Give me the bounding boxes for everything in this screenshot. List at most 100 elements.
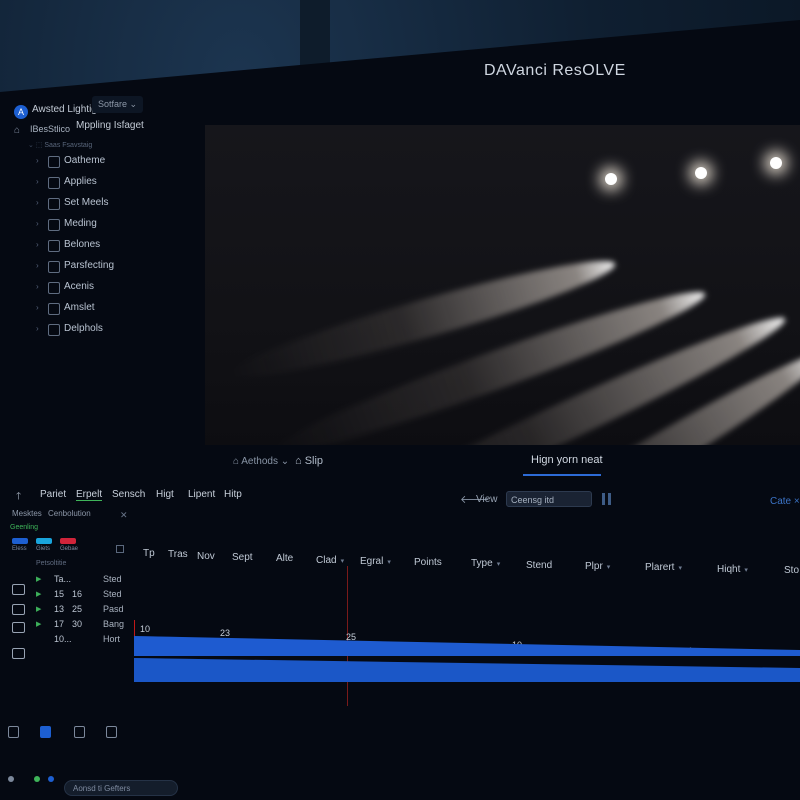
project-subtitle[interactable]: IBesStlico	[30, 124, 70, 134]
color-chip[interactable]	[12, 538, 28, 544]
column-header[interactable]: Clad ▾	[316, 555, 344, 566]
tab-resolution[interactable]: Cenbolution	[48, 509, 91, 518]
chevron-right-icon[interactable]: ›	[36, 261, 39, 270]
light-source	[605, 173, 617, 185]
color-chip[interactable]	[60, 538, 76, 544]
chevron-right-icon[interactable]: ›	[36, 240, 39, 249]
close-icon[interactable]: ✕	[120, 510, 128, 521]
tree-item[interactable]: › Belones	[0, 236, 200, 256]
page-icon[interactable]	[8, 726, 19, 738]
cut-label[interactable]: Cate ×	[770, 496, 800, 507]
app-title: DAVanci ResOLVE	[484, 62, 626, 79]
chevron-down-icon[interactable]: ▾	[607, 564, 611, 571]
chevron-right-icon[interactable]: ›	[36, 324, 39, 333]
column-header[interactable]: Alte	[276, 553, 293, 564]
chevron-down-icon[interactable]: ▾	[341, 558, 345, 565]
lock-icon[interactable]	[12, 622, 25, 633]
methods-dropdown[interactable]: ⌂ Aethods ⌄	[233, 456, 289, 467]
column-header-label: Stend	[526, 559, 553, 571]
up-arrow-icon[interactable]: 🡑	[16, 489, 21, 506]
chevron-right-icon[interactable]: ›	[36, 198, 39, 207]
tree-item[interactable]: › Oatheme	[0, 152, 200, 172]
column-header-label: Egral	[360, 555, 384, 567]
column-header[interactable]: Hiqht ▾	[717, 564, 748, 575]
chevron-right-icon[interactable]: ›	[36, 219, 39, 228]
column-header[interactable]: Plpr ▾	[585, 561, 610, 572]
menu-item[interactable]: Lipent	[188, 489, 215, 500]
monitor-icon[interactable]	[12, 584, 25, 595]
in-point-marker	[134, 620, 135, 636]
column-header[interactable]: Nov	[197, 551, 215, 562]
menu-item[interactable]: Sensch	[112, 489, 145, 500]
tree-item[interactable]: › Acenis	[0, 278, 200, 298]
menu-item[interactable]: Pariet	[40, 489, 66, 500]
viewer-toolbar: ⌂ Aethods ⌄ ⌂ Slip Hign yorn neat	[205, 448, 800, 478]
tree-item-label: Acenis	[64, 281, 95, 292]
audio-track[interactable]	[134, 658, 800, 682]
page-icon[interactable]	[106, 726, 117, 738]
tree-item[interactable]: › Amslet	[0, 299, 200, 319]
chevron-right-icon[interactable]: ›	[36, 282, 39, 291]
column-header-label: Type	[471, 558, 493, 570]
view-select[interactable]: Ceensg itd	[506, 491, 592, 507]
tree-item[interactable]: › Meding	[0, 215, 200, 235]
search-field[interactable]: Aonsd ti Gefters	[64, 780, 178, 796]
column-header[interactable]: Plarert ▾	[645, 562, 682, 573]
chip-label: Giets	[36, 546, 51, 552]
timeline[interactable]: 10 23 25 10 1	[134, 620, 800, 700]
column-header[interactable]: Points	[414, 557, 442, 568]
column-header[interactable]: Stend	[526, 560, 552, 571]
chevron-right-icon[interactable]: ›	[36, 177, 39, 186]
row-cell: 17	[54, 619, 65, 629]
status-dot	[48, 776, 54, 782]
viewer-tab[interactable]: Hign yorn neat	[531, 454, 603, 466]
column-header[interactable]: Sept	[232, 552, 253, 563]
page-icon[interactable]	[40, 726, 51, 738]
tab-meshes[interactable]: Mesktes	[12, 509, 42, 518]
row-cell: Hort	[103, 634, 121, 644]
chevron-right-icon[interactable]: ›	[36, 156, 39, 165]
pause-icon[interactable]	[602, 493, 612, 505]
column-header[interactable]: Tras	[168, 549, 188, 560]
tree-item-label: Applies	[64, 176, 97, 187]
tree-item[interactable]: › Applies	[0, 173, 200, 193]
color-chip[interactable]	[36, 538, 52, 544]
chevron-right-icon[interactable]: ›	[36, 303, 39, 312]
play-icon[interactable]: ▶	[36, 620, 41, 628]
row-cell: Bang	[103, 619, 125, 629]
slip-button[interactable]: ⌂ Slip	[295, 455, 323, 467]
folder-icon	[48, 282, 60, 294]
table-row[interactable]: 10... Hort	[6, 632, 130, 648]
column-header[interactable]: Sto	[784, 565, 799, 576]
page-icon[interactable]	[74, 726, 85, 738]
panel-toggle-icon[interactable]	[116, 545, 124, 553]
row-cell: Sted	[103, 574, 122, 584]
video-viewer[interactable]	[205, 125, 800, 445]
project-menu-button[interactable]: Sotfare ⌄	[92, 96, 144, 113]
chevron-down-icon[interactable]: ▾	[387, 559, 391, 566]
folder-icon	[48, 219, 60, 231]
active-tab-indicator	[523, 474, 601, 476]
play-icon[interactable]: ▶	[36, 590, 41, 598]
camera-icon[interactable]	[12, 648, 25, 659]
home-icon[interactable]	[12, 604, 25, 615]
tree-item[interactable]: › Set Meels	[0, 194, 200, 214]
chevron-down-icon[interactable]: ▾	[497, 561, 501, 568]
chevron-down-icon[interactable]: ▾	[678, 565, 682, 572]
video-track[interactable]	[134, 636, 800, 656]
menu-item[interactable]: Erpelt	[76, 489, 103, 501]
chevron-down-icon[interactable]: ▾	[744, 567, 748, 574]
column-header-label: Tp	[143, 548, 155, 559]
column-header[interactable]: Egral ▾	[360, 556, 391, 567]
column-header[interactable]: Type ▾	[471, 558, 500, 569]
project-mapping-label[interactable]: Mppling Isfaget	[76, 120, 144, 131]
menu-item[interactable]: Hitp	[224, 489, 242, 500]
light-beam	[225, 245, 621, 393]
column-header-label: Hiqht	[717, 563, 741, 575]
tree-item[interactable]: › Parsfecting	[0, 257, 200, 277]
play-icon[interactable]: ▶	[36, 575, 41, 583]
tree-item[interactable]: › Delphols	[0, 320, 200, 340]
column-header[interactable]: Tp	[143, 548, 155, 559]
play-icon[interactable]: ▶	[36, 605, 41, 613]
menu-item[interactable]: Higt	[156, 489, 174, 500]
